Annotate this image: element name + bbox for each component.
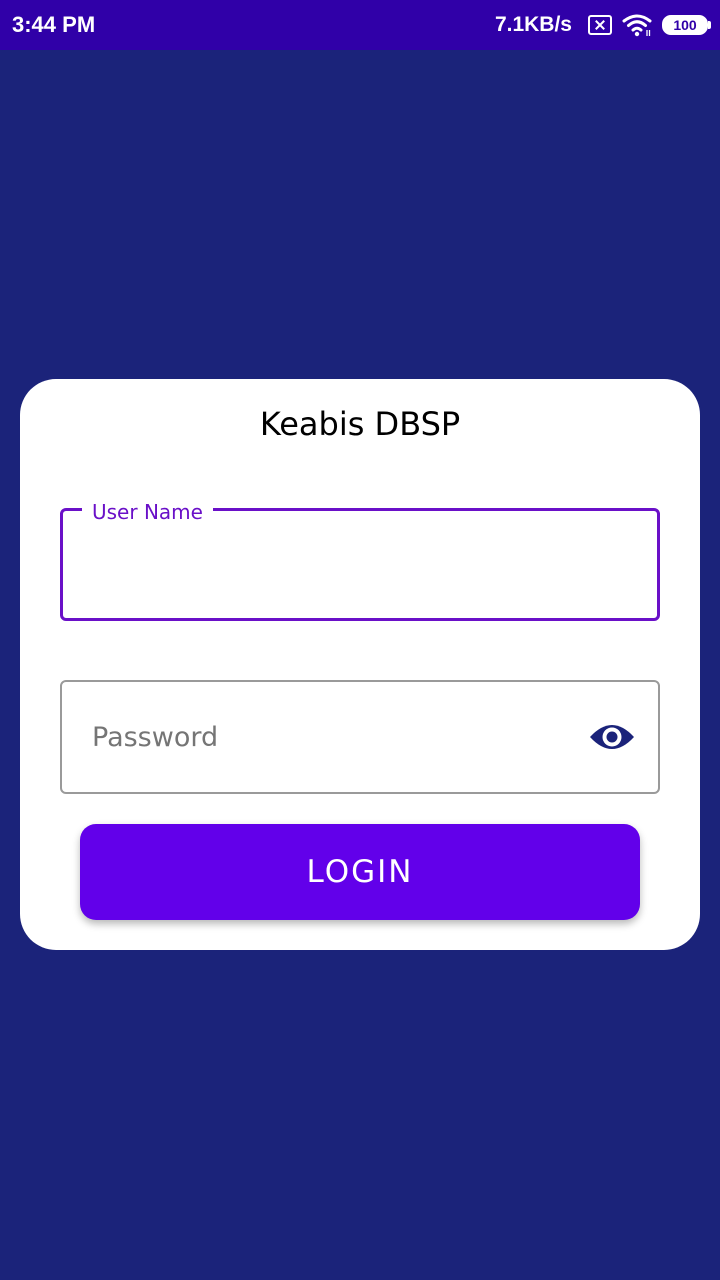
password-input[interactable] xyxy=(92,712,562,762)
username-input[interactable] xyxy=(90,540,630,590)
battery-icon: 100 xyxy=(662,15,711,35)
status-indicators: 7.1KB/s 100 xyxy=(494,12,711,38)
eye-icon[interactable] xyxy=(588,718,636,756)
status-time: 3:44 PM xyxy=(12,12,96,37)
network-speed: 7.1KB/s xyxy=(494,13,572,36)
sim-error-icon xyxy=(588,15,612,35)
app-title: Keabis DBSP xyxy=(259,405,461,443)
login-button[interactable]: LOGIN xyxy=(80,824,640,920)
status-bar: 3:44 PM 7.1KB/s 100 xyxy=(0,0,720,50)
username-label: User Name xyxy=(82,498,213,526)
wifi-icon xyxy=(622,13,652,37)
